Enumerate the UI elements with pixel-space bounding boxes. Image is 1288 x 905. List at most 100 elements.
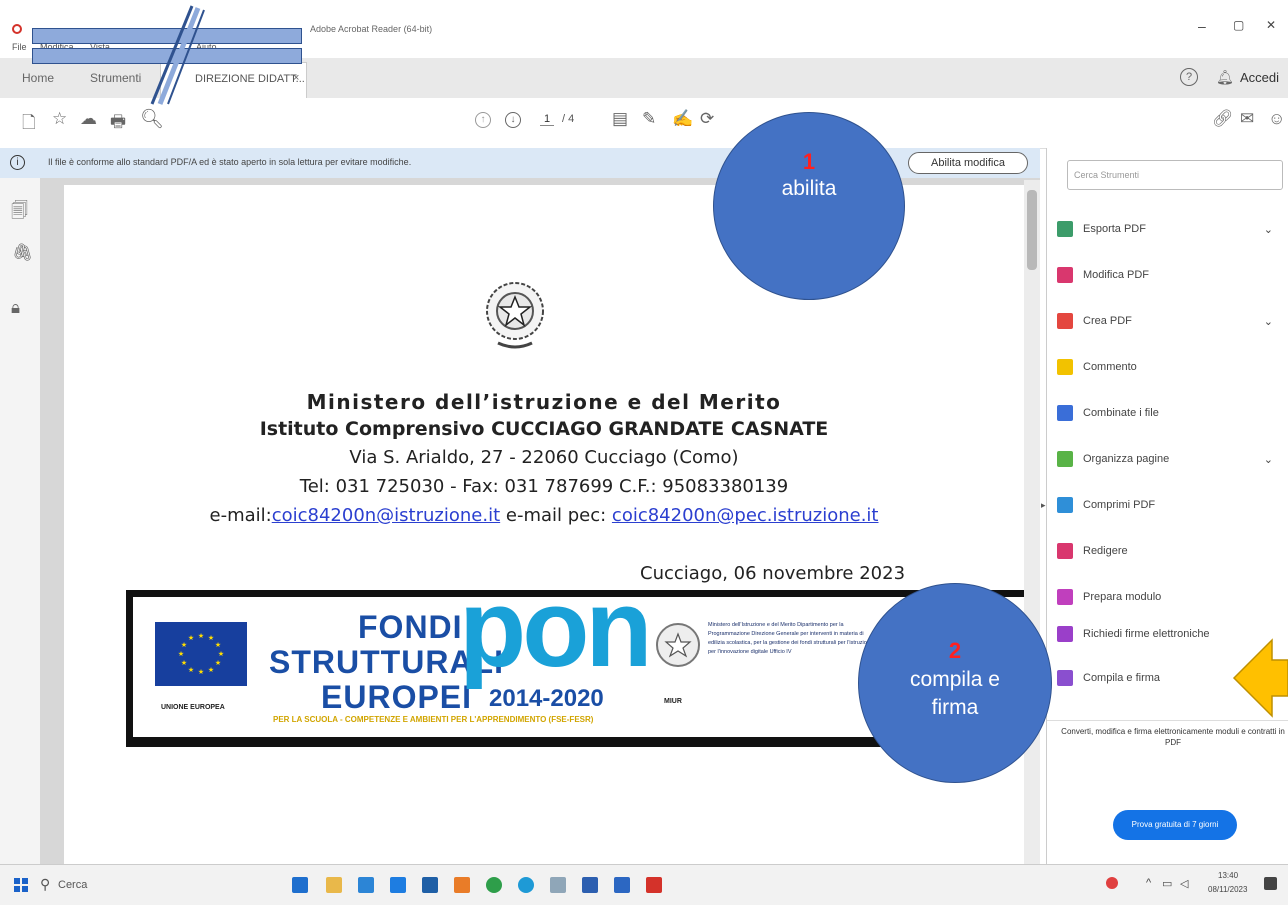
windows-start-icon[interactable] [14,878,28,892]
tools-panel-divider [1047,720,1288,721]
fondi-text-1: FONDI [358,609,463,645]
pon-footer-text: PER LA SCUOLA - COMPETENZE E AMBIENTI PE… [273,715,594,724]
taskbar-app-icon[interactable] [550,877,566,893]
callout-number: 2 [948,638,962,663]
left-navigation-rail: 🗐 🖇︎ 🔒︎ [0,178,41,864]
chevron-down-icon[interactable]: ⌄ [1264,223,1273,236]
upload-cloud-icon[interactable]: ☁ [80,109,97,129]
compress-pdf-icon [1057,497,1073,513]
window-title: Adobe Acrobat Reader (64-bit) [310,24,433,34]
lock-file-icon[interactable]: 🔒︎ [11,298,20,318]
highlight-pen-icon[interactable]: ✎ [642,109,656,129]
eu-stars-icon: ★ ★★★ ★★★★ ★★★★ [178,632,224,676]
tool-comprimi-pdf[interactable]: Comprimi PDF [1057,483,1277,527]
bookmark-star-icon[interactable]: ☆ [52,109,67,129]
help-icon[interactable]: ? [1180,68,1198,86]
tray-volume-icon[interactable]: ◁ [1180,877,1188,890]
tray-notification-icon[interactable] [1106,877,1118,889]
tool-esporta-pdf[interactable]: Esporta PDF ⌄ [1057,207,1277,251]
export-pdf-icon [1057,221,1073,237]
taskbar-search-input[interactable]: Cerca [58,879,87,891]
svg-text:★: ★ [178,650,184,658]
tab-close-icon[interactable]: × [293,72,299,84]
taskbar-app-icon[interactable] [422,877,438,893]
clock-date[interactable]: 08/11/2023 [1208,885,1247,894]
organize-pages-icon [1057,451,1073,467]
close-window-button[interactable]: ✕ [1266,18,1276,32]
taskbar-app-icon[interactable] [292,877,308,893]
italian-emblem-icon [486,282,544,349]
tray-chevron-up-icon[interactable]: ^ [1146,877,1151,889]
taskbar-app-icon[interactable] [614,877,630,893]
svg-text:★: ★ [208,666,214,674]
tool-redigere[interactable]: Redigere [1057,529,1277,573]
edge-icon[interactable] [518,877,534,893]
chrome-icon[interactable] [486,877,502,893]
tool-crea-pdf[interactable]: Crea PDF ⌄ [1057,299,1277,343]
email-icon[interactable]: ✉ [1240,109,1254,129]
abilita-modifica-button[interactable]: Abilita modifica [908,152,1028,174]
scrollbar-thumb[interactable] [1027,190,1037,270]
page-down-icon[interactable]: ↓ [505,112,521,128]
pdf-page: Ministero dell’istruzione e del Merito I… [64,185,1040,875]
tools-search-input[interactable]: Cerca Strumenti [1067,160,1283,190]
maximize-button[interactable]: ▢ [1233,18,1244,32]
accedi-button[interactable]: Accedi [1240,70,1279,85]
print-icon[interactable]: 🖶︎ [110,109,126,138]
fill-and-sign-icon [1057,670,1073,686]
redact-icon [1057,543,1073,559]
expand-right-panel-icon[interactable]: ▸ [1041,500,1046,511]
tab-strumenti[interactable]: Strumenti [90,71,141,85]
menu-file[interactable]: File [12,42,27,52]
sign-icon[interactable]: ✍ [672,109,693,129]
notifications-icon[interactable] [1264,877,1277,890]
tool-combinate-file[interactable]: Combinate i file [1057,391,1277,435]
miur-label: MIUR [664,698,682,705]
tool-commento[interactable]: Commento [1057,345,1277,389]
account-icon[interactable]: ☺ [1268,109,1285,129]
taskbar-app-icon[interactable] [454,877,470,893]
school-heading: Istituto Comprensivo CUCCIAGO GRANDATE C… [259,418,829,440]
pec-link[interactable]: coic84200n@pec.istruzione.it [612,505,879,526]
taskbar-app-icon[interactable] [358,877,374,893]
page-thumbnails-icon[interactable]: 🗐 [11,198,28,227]
document-date: Cucciago, 06 novembre 2023 [640,563,906,584]
svg-text:★: ★ [215,641,221,649]
info-message: Il file è conforme allo standard PDF/A e… [48,157,412,167]
chevron-down-icon[interactable]: ⌄ [1264,453,1273,466]
taskbar-app-icon[interactable] [390,877,406,893]
tray-network-icon[interactable]: ▭ [1162,877,1172,890]
tab-home[interactable]: Home [22,71,54,85]
taskbar-app-icon[interactable] [582,877,598,893]
eu-flag: ★ ★ ★ ★ ★ ★ ★ ★ ★ ★ ★ ★ [155,622,247,686]
tool-label: Organizza pagine [1083,453,1170,465]
bell-icon[interactable]: 🔔︎ [1216,69,1234,86]
page-up-icon[interactable]: ↑ [475,112,491,128]
trial-button[interactable]: Prova gratuita di 7 giorni [1113,810,1237,840]
tool-label: Crea PDF [1083,315,1132,327]
clock-time[interactable]: 13:40 [1218,871,1238,880]
ministry-department-text: Ministero dell'Istruzione e del Merito D… [708,622,878,655]
create-file-icon[interactable]: 🗋 [22,110,36,139]
pon-logo: pon [459,567,653,690]
email-label: e-mail: [209,505,272,526]
zoom-search-icon[interactable]: 🔍︎ [140,107,164,131]
email-link[interactable]: coic84200n@istruzione.it [272,505,500,526]
taskbar-app-icon[interactable] [326,877,342,893]
minimize-button[interactable]: – [1198,18,1206,34]
taskbar-search-icon[interactable]: ⚲ [40,876,50,893]
acrobat-taskbar-icon[interactable] [646,877,662,893]
miur-emblem-icon [656,623,700,667]
tool-modifica-pdf[interactable]: Modifica PDF [1057,253,1277,297]
share-link-icon[interactable]: 🔗︎ [1212,109,1234,129]
phone-line: Tel: 031 725030 - Fax: 031 787699 C.F.: … [299,476,789,497]
attachment-clip-icon[interactable]: 🖇︎ [12,243,34,263]
chevron-down-icon[interactable]: ⌄ [1264,315,1273,328]
rotate-icon[interactable]: ⟳ [700,109,714,129]
svg-text:★: ★ [208,634,214,642]
windows-taskbar: ⚲ Cerca ^ ▭ ◁ 13:40 08/11/2023 [0,864,1288,905]
tool-organizza-pagine[interactable]: Organizza pagine ⌄ [1057,437,1277,481]
comment-icon[interactable]: ▤ [612,109,628,129]
page-number-input[interactable]: 1 [540,113,554,126]
document-scrollbar[interactable] [1024,180,1040,864]
